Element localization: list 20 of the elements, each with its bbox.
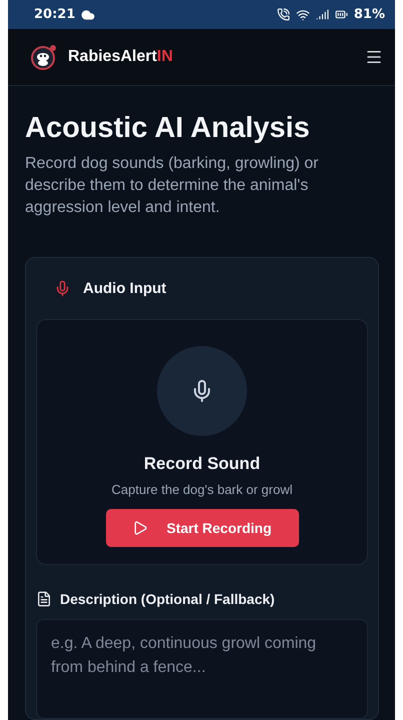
call-icon	[276, 8, 290, 22]
play-icon	[132, 520, 148, 536]
status-time: 20:21	[34, 7, 76, 22]
description-label: Description (Optional / Fallback)	[60, 591, 275, 607]
signal-icon	[316, 8, 329, 22]
description-field[interactable]: e.g. A deep, continuous growl coming from behind a fence...	[36, 619, 368, 719]
record-hint: Capture the dog's bark or growl	[112, 482, 292, 497]
document-icon	[36, 591, 52, 607]
start-recording-button[interactable]: Start Recording	[106, 509, 298, 547]
record-title: Record Sound	[144, 454, 260, 474]
battery-level: 81%	[354, 7, 385, 22]
mic-icon	[54, 280, 71, 297]
page-subtitle: Record dog sounds (barking, growling) or describe them to determine the animal's aggression level and intent.	[25, 154, 320, 218]
page-title: Acoustic AI Analysis	[25, 112, 311, 145]
wifi-icon	[296, 8, 310, 22]
dog-logo-icon	[30, 43, 58, 72]
cloud-icon	[81, 8, 96, 22]
brand-name[interactable]: RabiesAlertIN	[68, 48, 173, 66]
battery-icon	[334, 8, 348, 22]
card-title: Audio Input	[83, 280, 166, 297]
